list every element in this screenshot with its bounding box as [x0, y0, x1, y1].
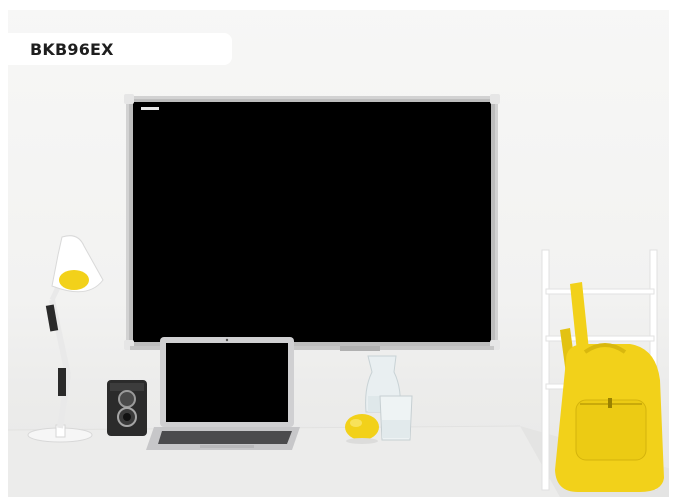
image-border-top — [0, 0, 675, 10]
blackboard — [124, 94, 500, 351]
laptop-icon — [146, 337, 300, 450]
lemon-icon — [345, 414, 379, 444]
desk-lamp-icon — [27, 235, 104, 443]
backpack-icon — [555, 282, 664, 492]
image-border-left — [0, 0, 8, 497]
product-code-label: BKB96EX — [8, 33, 232, 65]
image-border-right — [669, 0, 675, 497]
product-photo: BKB96EX — [0, 0, 675, 497]
scene-illustration — [7, 94, 675, 497]
camera-icon — [107, 380, 147, 436]
